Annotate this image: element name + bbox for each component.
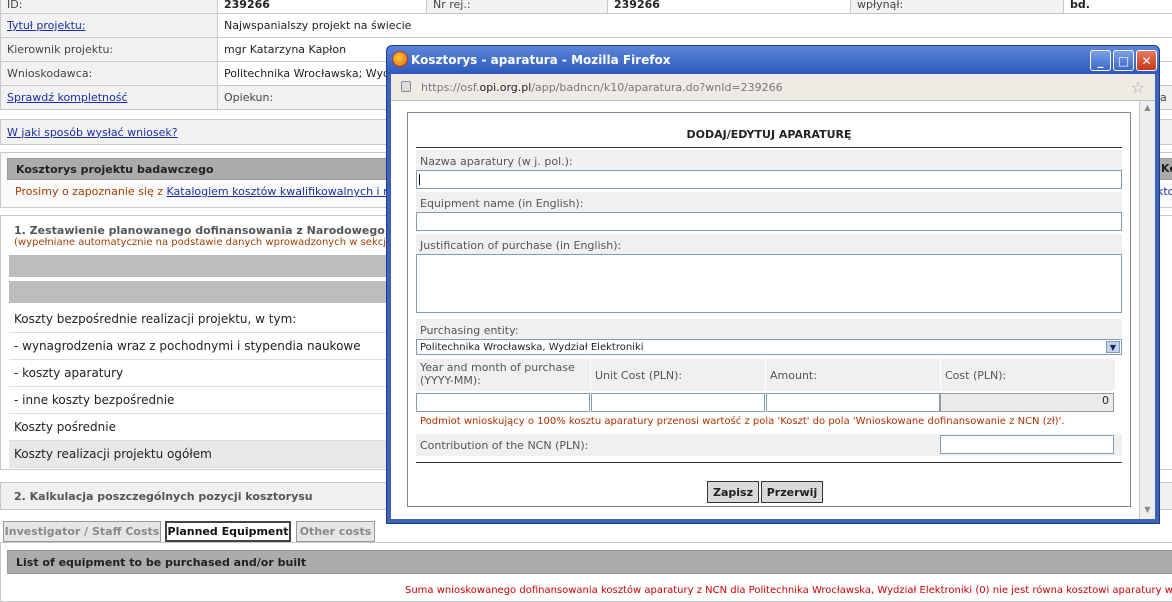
save-button[interactable]: Zapisz (707, 481, 759, 503)
equipment-header-text: List of equipment to be purchased and/or… (16, 555, 307, 569)
unit-cost-label: Unit Cost (PLN): (591, 359, 765, 391)
ncn-contribution-input[interactable] (940, 435, 1114, 454)
popup-titlebar[interactable]: Kosztorys - aparatura - Mozilla Firefox … (387, 46, 1159, 74)
url-prefix: https://osf. (421, 80, 480, 94)
popup-scrollbar[interactable]: ▲ ▼ (1139, 101, 1155, 519)
year-month-input[interactable] (416, 393, 590, 412)
lock-icon (401, 81, 411, 92)
id-value: 239266 (217, 0, 427, 14)
url-domain: opi.org.pl (479, 80, 532, 94)
entity-select-value: Politechnika Wrocławska, Wydział Elektro… (420, 341, 644, 353)
minimize-icon[interactable]: _ (1090, 50, 1111, 71)
year-month-label: Year and month of purchase (YYYY-MM): (416, 359, 590, 391)
bookmark-star-icon[interactable]: ☆ (1131, 78, 1145, 97)
cost-value: 0 (940, 393, 1114, 412)
amount-input[interactable] (766, 393, 940, 412)
name-en-input[interactable] (416, 212, 1122, 231)
equipment-header: List of equipment to be purchased and/or… (7, 550, 1172, 574)
firefox-icon (392, 51, 408, 67)
manager-label: Kierownik projektu: (0, 37, 218, 62)
justification-textarea[interactable] (416, 254, 1122, 313)
tab-other-costs[interactable]: Other costs (296, 521, 375, 542)
popup-window: Kosztorys - aparatura - Mozilla Firefox … (386, 45, 1160, 524)
popup-title: Kosztorys - aparatura - Mozilla Firefox (411, 53, 671, 67)
entity-select[interactable]: Politechnika Wrocławska, Wydział Elektro… (416, 339, 1122, 355)
url-path: /app/badncn/k10/aparatura.do?wnId=239266 (531, 80, 783, 94)
tab-investigator-staff-costs[interactable]: Investigator / Staff Costs (3, 521, 161, 542)
entity-label: Purchasing entity: (416, 319, 1122, 341)
title-value: Najwspanialszy projekt na świecie (217, 13, 1172, 38)
section2-title: 2. Kalkulacja poszczególnych pozycji kos… (14, 490, 313, 503)
form-divider (416, 462, 1122, 463)
name-pl-label: Nazwa aparatury (w j. pol.): (416, 150, 1122, 172)
budget-right-fragment: Ko (1161, 162, 1172, 175)
maximize-icon[interactable]: □ (1113, 50, 1134, 71)
cost-note: Podmiot wnioskujący o 100% kosztu aparat… (420, 416, 1065, 427)
wplynal-value: bd. (1063, 0, 1172, 14)
check-cell: Sprawdź kompletność (0, 85, 218, 110)
form-inner: DODAJ/EDYTUJ APARATURĘ Nazwa aparatury (… (416, 121, 1122, 503)
name-pl-input[interactable] (416, 170, 1122, 189)
how-send-link[interactable]: W jaki sposób wysłać wniosek? (7, 126, 178, 139)
cancel-button[interactable]: Przerwij (761, 481, 823, 503)
cost-row-total: Koszty realizacji projektu ogółem (9, 441, 389, 468)
cost-label: Cost (PLN): (941, 359, 1115, 391)
amount-label: Amount: (766, 359, 940, 391)
wplynal-label: wpłynął: (850, 0, 1064, 14)
section1-header-bar2 (9, 281, 389, 303)
url-bar[interactable]: https://osf. opi.org.pl/app/badncn/k10/ap… (391, 74, 1155, 101)
text-cursor (419, 174, 420, 185)
tab-planned-equipment[interactable]: Planned Equipment (165, 521, 291, 542)
cost-row-salaries: - wynagrodzenia wraz z pochodnymi i styp… (9, 333, 389, 360)
popup-content: DODAJ/EDYTUJ APARATURĘ Nazwa aparatury (… (391, 101, 1155, 519)
cost-row-indirect: Koszty pośrednie (9, 414, 389, 441)
section1-subtitle: (wypełniane automatycznie na podstawie d… (14, 237, 409, 248)
equipment-warning: Suma wnioskowanego dofinansowania kosztó… (405, 585, 1172, 596)
applicant-label: Wnioskodawca: (0, 61, 218, 86)
section1-title: 1. Zestawienie planowanego dofinansowani… (14, 224, 431, 237)
purchase-header-row: Year and month of purchase (YYYY-MM): Un… (416, 359, 1122, 391)
chevron-down-icon[interactable]: ▼ (1106, 341, 1120, 353)
budget-notice-text: Prosimy o zapoznanie się z (15, 185, 167, 198)
scroll-down-icon[interactable]: ▼ (1142, 505, 1153, 517)
close-icon[interactable]: ✕ (1136, 50, 1157, 71)
title-label-cell: Tytuł projektu: (0, 13, 218, 38)
section1-header-bar1 (9, 255, 389, 277)
nr-rej-value: 239266 (607, 0, 851, 14)
title-link[interactable]: Tytuł projektu: (7, 19, 86, 32)
justification-label: Justification of purchase (in English): (416, 234, 1122, 256)
equipment-panel: List of equipment to be purchased and/or… (0, 542, 1172, 602)
form-title: DODAJ/EDYTUJ APARATURĘ (416, 121, 1122, 148)
name-en-label: Equipment name (in English): (416, 192, 1122, 214)
cost-row-other-direct: - inne koszty bezpośrednie (9, 387, 389, 414)
id-label: ID: (0, 0, 218, 14)
nr-rej-label: Nr rej.: (426, 0, 608, 14)
cost-row-equipment: - koszty aparatury (9, 360, 389, 387)
budget-header-text: Kosztorys projektu badawczego (16, 162, 214, 176)
check-completeness-link[interactable]: Sprawdź kompletność (7, 91, 128, 104)
edge-fragment: a (1160, 91, 1167, 104)
scroll-up-icon[interactable]: ▲ (1142, 103, 1153, 115)
unit-cost-input[interactable] (591, 393, 765, 412)
equipment-form: DODAJ/EDYTUJ APARATURĘ Nazwa aparatury (… (407, 112, 1131, 507)
cost-row-direct: Koszty bezpośrednie realizacji projektu,… (9, 306, 389, 333)
